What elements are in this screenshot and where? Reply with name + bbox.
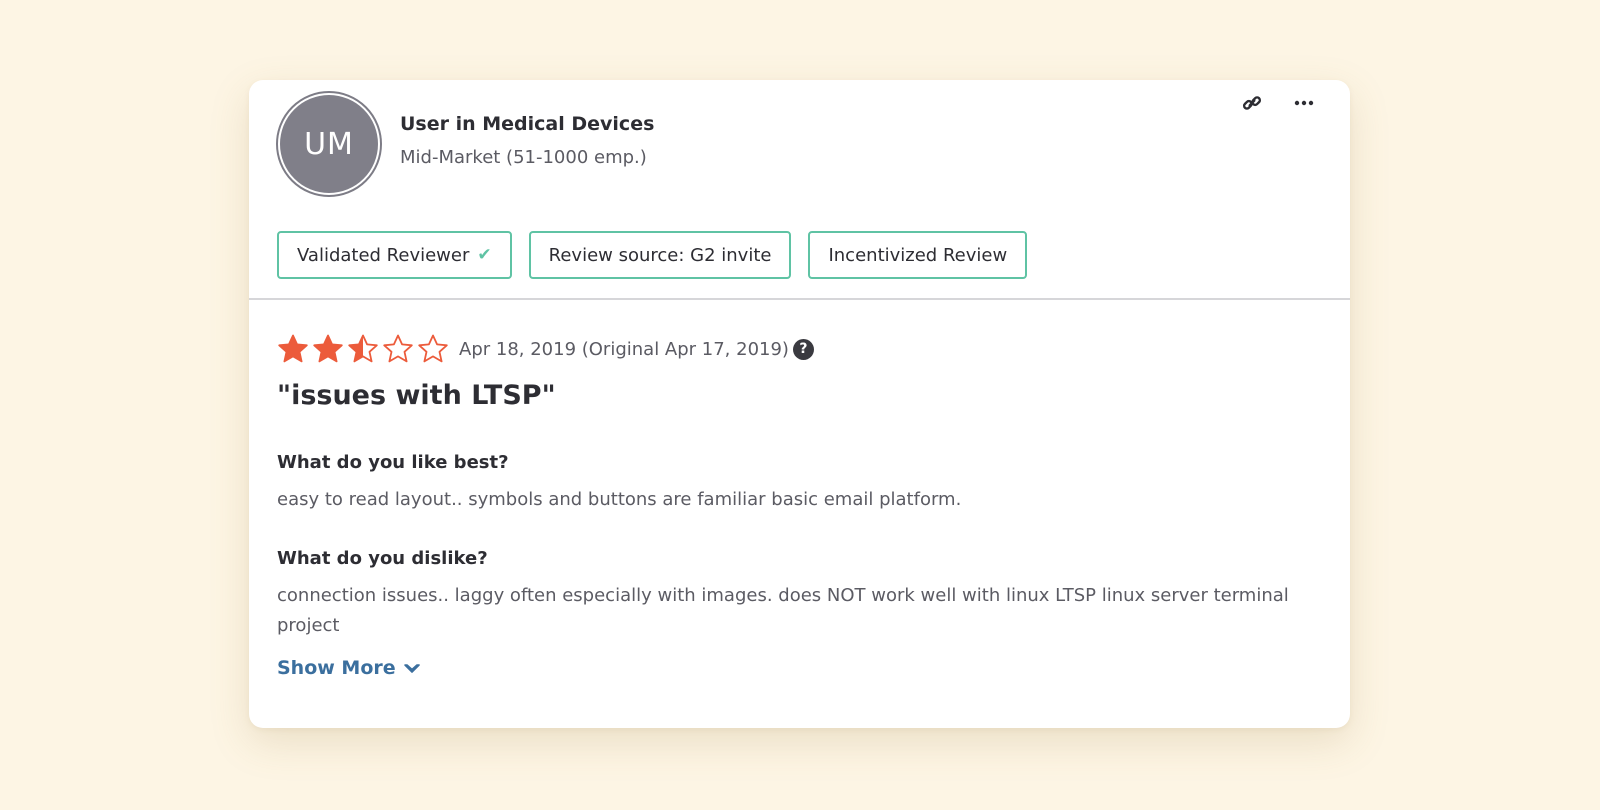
reviewer-header: UM User in Medical Devices Mid-Market (5… [249,80,1350,299]
question-circle-icon[interactable]: ? [792,338,814,360]
question-heading-dislike: What do you dislike? [277,548,488,569]
badge-label: Incentivized Review [828,244,1008,266]
review-title: "issues with LTSP" [277,380,556,411]
avatar: UM [276,91,382,197]
badge-validated-reviewer: Validated Reviewer ✔ [277,231,512,279]
star-icon-half [348,334,378,363]
star-rating [277,333,449,365]
badge-incentivized-review: Incentivized Review [808,231,1028,279]
section-divider [249,298,1350,300]
star-icon-full [278,334,308,363]
badge-label: Validated Reviewer [297,244,470,266]
star-icon-empty [383,334,413,363]
reviewer-badges: Validated Reviewer ✔ Review source: G2 i… [277,231,1028,279]
star-icon-full [313,334,343,363]
more-options-icon[interactable] [1289,90,1319,116]
question-heading-like: What do you like best? [277,452,509,473]
star-icon-empty [418,334,448,363]
badge-review-source: Review source: G2 invite [528,231,792,279]
rating-row: Apr 18, 2019 (Original Apr 17, 2019) ? [277,332,814,366]
check-icon: ✔ [477,245,492,265]
link-icon[interactable] [1237,90,1267,116]
answer-like: easy to read layout.. symbols and button… [277,489,962,510]
review-card: UM User in Medical Devices Mid-Market (5… [249,80,1350,728]
show-more-link[interactable]: Show More [277,657,420,679]
review-date: Apr 18, 2019 (Original Apr 17, 2019) [459,338,789,360]
show-more-label: Show More [277,657,396,679]
avatar-initials: UM [280,95,378,193]
answer-dislike: connection issues.. laggy often especial… [277,585,1289,636]
reviewer-name: User in Medical Devices [400,113,655,135]
badge-label: Review source: G2 invite [548,244,772,266]
chevron-down-icon [403,657,420,679]
reviewer-segment: Mid-Market (51-1000 emp.) [400,147,647,168]
